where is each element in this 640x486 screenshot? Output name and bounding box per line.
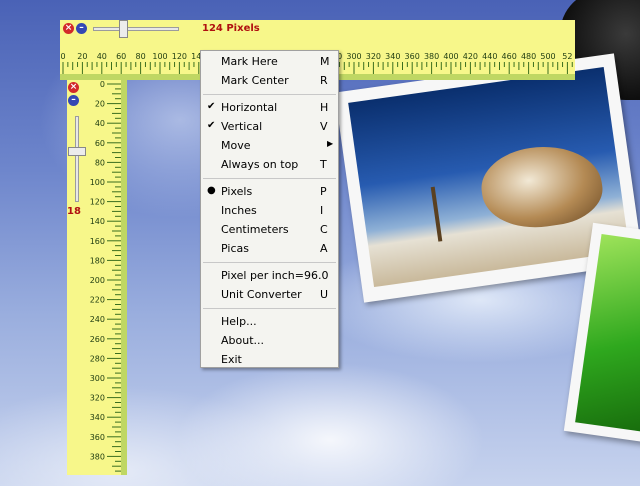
menu-item-inches[interactable]: Inches I	[201, 202, 338, 221]
menu-item-label: Unit Converter	[221, 288, 302, 301]
vertical-tick-label: 260	[90, 335, 105, 344]
photo-rock-shape	[476, 138, 607, 235]
menu-item-label: Inches	[221, 204, 257, 217]
vertical-tick-label: 20	[95, 100, 105, 109]
horizontal-tick-label: 420	[463, 52, 478, 61]
vertical-tick-label: 240	[90, 315, 105, 324]
menu-separator	[203, 94, 336, 95]
vertical-tick-label: 120	[90, 198, 105, 207]
menu-item-vertical[interactable]: ✔ Vertical V	[201, 118, 338, 137]
menu-separator	[203, 262, 336, 263]
close-icon[interactable]: ×	[63, 23, 74, 34]
menu-item-exit[interactable]: Exit	[201, 351, 338, 370]
checkmark-icon: ✔	[207, 120, 216, 131]
vertical-tick-label: 160	[90, 237, 105, 246]
horizontal-tick-label: 440	[482, 52, 497, 61]
menu-item-label: About...	[221, 334, 265, 347]
horizontal-tick-label: 340	[385, 52, 400, 61]
horizontal-tick-label: 380	[424, 52, 439, 61]
horizontal-tick-label: 100	[152, 52, 167, 61]
horizontal-tick-label: 360	[405, 52, 420, 61]
menu-item-shortcut: U	[320, 288, 329, 301]
horizontal-tick-label: 320	[366, 52, 381, 61]
menu-item-shortcut: R	[320, 74, 328, 87]
menu-item-label: Pixel per inch=96.0	[221, 269, 329, 282]
menu-item-label: Always on top	[221, 158, 299, 171]
horizontal-tick-label: 40	[97, 52, 107, 61]
photo-image	[348, 66, 630, 288]
horizontal-tick-label: 120	[172, 52, 187, 61]
menu-item-shortcut: A	[320, 242, 328, 255]
vertical-ruler-band	[121, 80, 127, 475]
horizontal-tick-label: 20	[77, 52, 87, 61]
menu-item-help[interactable]: Help...	[201, 313, 338, 332]
vertical-ruler[interactable]: × – 18 0 20 40 60 80 100 120 140 160 180 200 220 240…	[67, 80, 127, 475]
menu-item-label: Exit	[221, 353, 242, 366]
menu-item-shortcut: T	[320, 158, 327, 171]
menu-item-pixel-per-inch[interactable]: Pixel per inch=96.0	[201, 267, 338, 286]
vertical-tick-label: 320	[90, 394, 105, 403]
menu-item-shortcut: M	[320, 55, 330, 68]
menu-item-shortcut: I	[320, 204, 324, 217]
horizontal-tick-label: 80	[136, 52, 146, 61]
menu-item-centimeters[interactable]: Centimeters C	[201, 221, 338, 240]
menu-item-always-on-top[interactable]: Always on top T	[201, 156, 338, 175]
menu-item-label: Picas	[221, 242, 249, 255]
vertical-ruler-scale[interactable]: 0 20 40 60 80 100 120 140 160 180 200 220 240 260 280 3…	[67, 80, 127, 475]
vertical-tick-label: 280	[90, 354, 105, 363]
chevron-right-icon: ▶	[327, 139, 334, 148]
menu-item-mark-here[interactable]: Mark Here M	[201, 53, 338, 72]
menu-item-label: Vertical	[221, 120, 263, 133]
menu-item-picas[interactable]: Picas A	[201, 240, 338, 259]
checkmark-icon: ✔	[207, 101, 216, 112]
vertical-tick-label: 340	[90, 413, 105, 422]
vertical-tick-label: 0	[100, 80, 105, 89]
vertical-tick-label: 40	[95, 119, 105, 128]
menu-item-shortcut: C	[320, 223, 328, 236]
menu-item-label: Centimeters	[221, 223, 289, 236]
horizontal-zoom-slider[interactable]	[93, 20, 179, 38]
horizontal-tick-label: 300	[346, 52, 361, 61]
menu-item-label: Mark Center	[221, 74, 289, 87]
menu-item-pixels[interactable]: ● Pixels P	[201, 183, 338, 202]
vertical-tick-label: 180	[90, 256, 105, 265]
vertical-tick-label: 60	[95, 139, 105, 148]
vertical-tick-label: 200	[90, 276, 105, 285]
menu-item-label: Help...	[221, 315, 257, 328]
menu-item-unit-converter[interactable]: Unit Converter U	[201, 286, 338, 305]
horizontal-tick-label: 52	[562, 52, 572, 61]
menu-item-shortcut: P	[320, 185, 327, 198]
menu-item-about[interactable]: About...	[201, 332, 338, 351]
vertical-tick-label: 380	[90, 452, 105, 461]
menu-separator	[203, 308, 336, 309]
radio-dot-icon: ●	[207, 185, 216, 196]
horizontal-tick-label: 500	[540, 52, 555, 61]
menu-item-label: Pixels	[221, 185, 253, 198]
vertical-tick-label: 360	[90, 433, 105, 442]
menu-separator	[203, 178, 336, 179]
menu-item-shortcut: H	[320, 101, 329, 114]
horizontal-slider-thumb[interactable]	[119, 20, 129, 38]
horizontal-tick-label: 0	[60, 52, 65, 61]
menu-item-label: Move	[221, 139, 251, 152]
vertical-tick-label: 100	[90, 178, 105, 187]
menu-item-mark-center[interactable]: Mark Center R	[201, 72, 338, 91]
horizontal-tick-label: 460	[502, 52, 517, 61]
menu-item-move[interactable]: Move ▶	[201, 137, 338, 156]
horizontal-tick-label: 400	[443, 52, 458, 61]
menu-item-shortcut: V	[320, 120, 328, 133]
vertical-tick-label: 300	[90, 374, 105, 383]
context-menu: Mark Here M Mark Center R ✔ Horizontal H…	[200, 50, 339, 368]
menu-item-label: Mark Here	[221, 55, 278, 68]
photo-fence-post	[430, 186, 443, 242]
horizontal-tick-label: 60	[116, 52, 126, 61]
horizontal-readout: 124 Pixels	[202, 23, 260, 34]
horizontal-tick-label: 480	[521, 52, 536, 61]
menu-item-label: Horizontal	[221, 101, 278, 114]
vertical-tick-label: 140	[90, 217, 105, 226]
vertical-tick-label: 220	[90, 296, 105, 305]
minimize-icon[interactable]: –	[76, 23, 87, 34]
vertical-tick-label: 80	[95, 158, 105, 167]
menu-item-horizontal[interactable]: ✔ Horizontal H	[201, 99, 338, 118]
